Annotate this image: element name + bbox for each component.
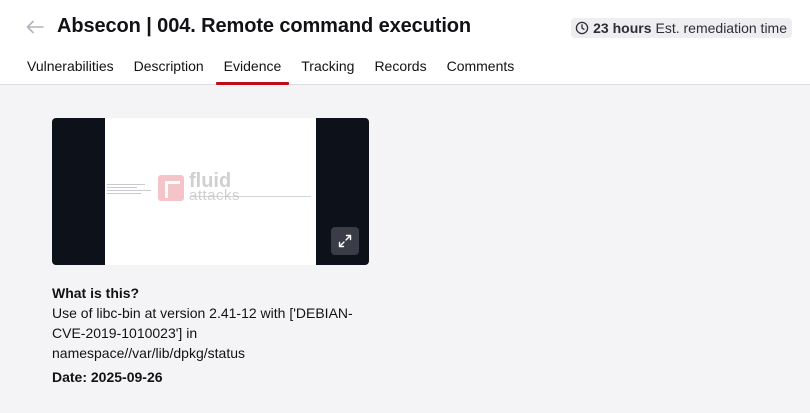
clock-icon: [575, 21, 589, 35]
tab-tracking[interactable]: Tracking: [293, 50, 362, 85]
scan-line: [191, 196, 311, 197]
arrow-left-icon: [26, 20, 44, 34]
logo-mark-icon: [158, 174, 184, 201]
evidence-date: Date: 2025-09-26: [52, 369, 163, 385]
expand-button[interactable]: [331, 227, 359, 255]
evidence-image[interactable]: fluid attacks: [105, 118, 316, 265]
tab-vulnerabilities[interactable]: Vulnerabilities: [19, 50, 122, 85]
expand-icon: [338, 234, 352, 248]
back-button[interactable]: [22, 14, 48, 40]
remediation-badge: 23 hours Est. remediation time: [571, 18, 792, 38]
remediation-label: Est. remediation time: [655, 20, 788, 36]
page-title: Absecon | 004. Remote command execution: [57, 15, 472, 37]
remediation-hours: 23 hours: [593, 20, 652, 36]
evidence-question: What is this?: [52, 285, 140, 301]
tab-evidence[interactable]: Evidence: [215, 50, 290, 85]
evidence-info: What is this? Use of libc-bin at version…: [52, 283, 362, 387]
log-lines: [107, 184, 151, 196]
fluid-attacks-logo: fluid attacks: [158, 171, 240, 203]
tab-bar: Vulnerabilities Description Evidence Tra…: [19, 50, 526, 85]
tab-description[interactable]: Description: [126, 50, 212, 85]
evidence-description: Use of libc-bin at version 2.41-12 with …: [52, 305, 353, 361]
page-header: Absecon | 004. Remote command execution …: [0, 0, 810, 85]
evidence-card[interactable]: fluid attacks: [52, 118, 369, 265]
tab-comments[interactable]: Comments: [439, 50, 523, 85]
tab-records[interactable]: Records: [366, 50, 434, 85]
